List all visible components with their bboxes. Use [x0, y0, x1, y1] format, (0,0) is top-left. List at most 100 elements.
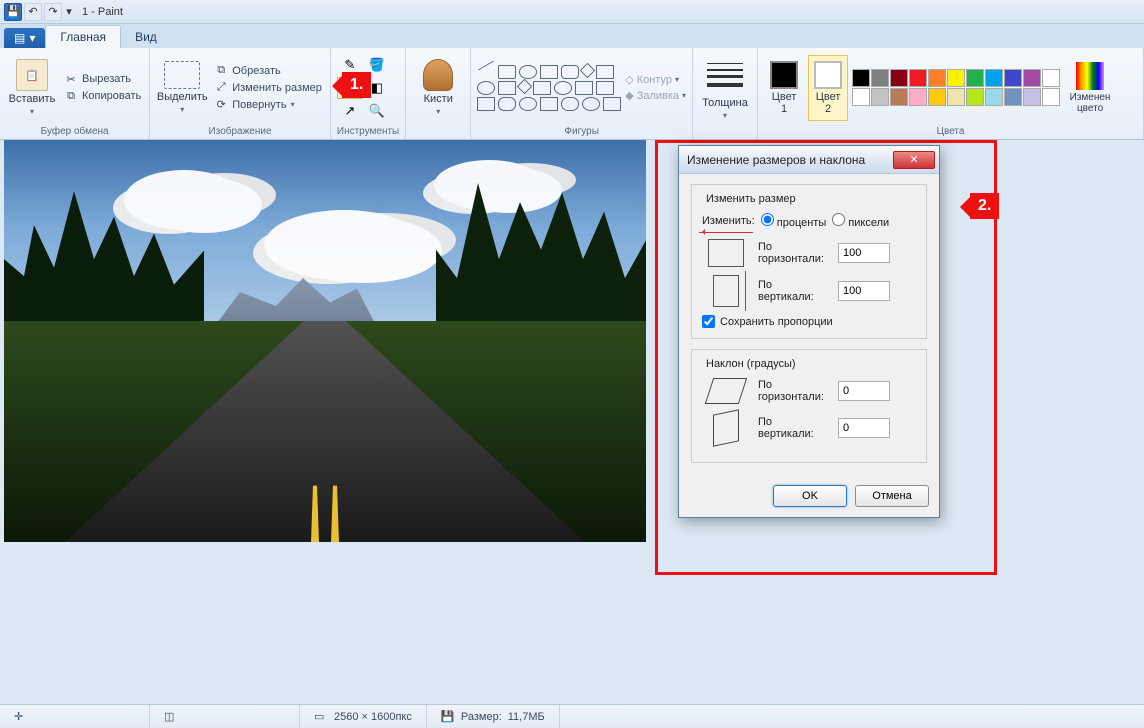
- skew-legend: Наклон (градусы): [702, 358, 800, 370]
- skew-fieldset: Наклон (градусы) По горизонтали: По верт…: [691, 349, 927, 463]
- ribbon: 📋 Вставить ▾ ✂Вырезать ⧉ Копировать Буфер…: [0, 48, 1144, 140]
- group-label-colors: Цвета: [764, 124, 1137, 137]
- horizontal-input[interactable]: [838, 243, 890, 263]
- radio-percent[interactable]: проценты: [761, 213, 827, 229]
- thickness-button[interactable]: Толщина ▾: [699, 55, 751, 121]
- copy-icon: ⧉: [64, 89, 78, 103]
- brushes-label: Кисти: [424, 93, 453, 105]
- color-swatch[interactable]: [1004, 69, 1022, 87]
- cut-button[interactable]: ✂Вырезать: [62, 71, 143, 87]
- thickness-label: Толщина: [702, 97, 748, 109]
- magnify-tool[interactable]: 🔍: [364, 100, 390, 122]
- color-swatch[interactable]: [1042, 88, 1060, 106]
- color1-button[interactable]: Цвет 1: [764, 55, 804, 121]
- resize-fieldset: Изменить размер Изменить: проценты пиксе…: [691, 184, 927, 339]
- crop-button[interactable]: ⧉ Обрезать: [212, 63, 324, 79]
- horizontal-label: По горизонтали:: [758, 241, 830, 265]
- canvas-area[interactable]: [0, 140, 1144, 704]
- resize-icon: ⤢: [214, 81, 228, 95]
- resize-horizontal-icon: [708, 239, 744, 267]
- color2-button[interactable]: Цвет 2: [808, 55, 848, 121]
- skew-horizontal-label: По горизонтали:: [758, 379, 830, 403]
- vertical-input[interactable]: [838, 281, 890, 301]
- color-swatch[interactable]: [985, 69, 1003, 87]
- color-swatch[interactable]: [909, 88, 927, 106]
- status-size-value: 11,7МБ: [508, 711, 545, 723]
- save-icon[interactable]: 💾: [4, 3, 22, 21]
- group-label-clipboard: Буфер обмена: [6, 124, 143, 137]
- edit-colors-button[interactable]: Изменен цвето: [1064, 55, 1116, 121]
- select-button[interactable]: Выделить ▾: [156, 55, 208, 121]
- chevron-down-icon: ▾: [723, 111, 727, 120]
- color-swatch[interactable]: [985, 88, 1003, 106]
- thickness-icon: [701, 55, 749, 95]
- file-menu-button[interactable]: ▤ ▾: [4, 28, 45, 48]
- color-swatch[interactable]: [947, 88, 965, 106]
- skew-vertical-input[interactable]: [838, 418, 890, 438]
- outline-button[interactable]: ◇Контур▾: [625, 72, 686, 87]
- selection-size-icon: ◫: [164, 710, 178, 724]
- keep-ratio-checkbox[interactable]: Сохранить пропорции: [702, 315, 916, 328]
- color-swatch[interactable]: [928, 88, 946, 106]
- resize-button[interactable]: ⤢Изменить размер: [212, 80, 324, 96]
- redo-icon[interactable]: ↷: [44, 3, 62, 21]
- skew-vertical-icon: [713, 409, 739, 447]
- picker-tool[interactable]: ↗: [337, 100, 363, 122]
- file-icon: ▤: [14, 31, 25, 45]
- close-button[interactable]: ✕: [893, 151, 935, 169]
- ok-button[interactable]: OK: [773, 485, 847, 507]
- color-swatch[interactable]: [1023, 69, 1041, 87]
- color-swatch[interactable]: [966, 69, 984, 87]
- undo-icon[interactable]: ↶: [24, 3, 42, 21]
- radio-pixels[interactable]: пиксели: [832, 213, 889, 229]
- select-icon: [164, 61, 200, 89]
- color-swatch[interactable]: [890, 88, 908, 106]
- rotate-button[interactable]: ⟳Повернуть▾: [212, 97, 324, 113]
- color-swatch[interactable]: [1042, 69, 1060, 87]
- chevron-down-icon: ▾: [180, 105, 184, 114]
- cancel-button[interactable]: Отмена: [855, 485, 929, 507]
- copy-label: Копировать: [82, 90, 141, 102]
- status-bar: ✛ ◫ ▭2560 × 1600пкс 💾Размер: 11,7МБ: [0, 704, 1144, 728]
- dialog-titlebar[interactable]: Изменение размеров и наклона ✕: [679, 146, 939, 174]
- copy-button[interactable]: ⧉ Копировать: [62, 88, 143, 104]
- group-clipboard: 📋 Вставить ▾ ✂Вырезать ⧉ Копировать Буфер…: [0, 48, 150, 139]
- crop-label: Обрезать: [232, 65, 281, 77]
- color-swatch[interactable]: [928, 69, 946, 87]
- fill-button[interactable]: ◆Заливка▾: [625, 88, 686, 103]
- color-swatch[interactable]: [871, 88, 889, 106]
- cursor-pos-icon: ✛: [14, 710, 28, 724]
- select-label: Выделить: [157, 91, 208, 103]
- rotate-icon: ⟳: [214, 98, 228, 112]
- tabs-bar: ▤ ▾ Главная Вид: [0, 24, 1144, 48]
- color-swatch[interactable]: [852, 88, 870, 106]
- color-swatch[interactable]: [909, 69, 927, 87]
- color-swatch[interactable]: [852, 69, 870, 87]
- resize-skew-dialog: Изменение размеров и наклона ✕ Изменить …: [678, 145, 940, 518]
- group-brushes: Кисти ▾: [406, 48, 471, 139]
- skew-vertical-label: По вертикали:: [758, 416, 830, 440]
- skew-horizontal-input[interactable]: [838, 381, 890, 401]
- color1-swatch: [770, 61, 798, 89]
- color-swatch[interactable]: [871, 69, 889, 87]
- crop-icon: ⧉: [214, 64, 228, 78]
- color-swatch[interactable]: [966, 88, 984, 106]
- color-swatch[interactable]: [1023, 88, 1041, 106]
- status-size-label: Размер:: [461, 711, 502, 723]
- color-swatch[interactable]: [1004, 88, 1022, 106]
- brushes-button[interactable]: Кисти ▾: [412, 55, 464, 121]
- color-palette[interactable]: [852, 69, 1060, 106]
- tab-home[interactable]: Главная: [45, 25, 121, 48]
- color-swatch[interactable]: [947, 69, 965, 87]
- quick-access-toolbar: 💾 ↶ ↷ ▾: [4, 3, 74, 21]
- shapes-gallery[interactable]: [477, 65, 621, 111]
- tab-view[interactable]: Вид: [121, 26, 171, 48]
- qat-dropdown-icon[interactable]: ▾: [64, 3, 74, 21]
- group-label-shapes: Фигуры: [477, 124, 686, 137]
- group-shapes: ◇Контур▾ ◆Заливка▾ Фигуры: [471, 48, 693, 139]
- color-swatch[interactable]: [890, 69, 908, 87]
- chevron-down-icon: ▾: [291, 100, 295, 109]
- edit-colors-label: Изменен цвето: [1070, 92, 1111, 114]
- outline-label: Контур: [637, 74, 672, 86]
- paste-button[interactable]: 📋 Вставить ▾: [6, 55, 58, 121]
